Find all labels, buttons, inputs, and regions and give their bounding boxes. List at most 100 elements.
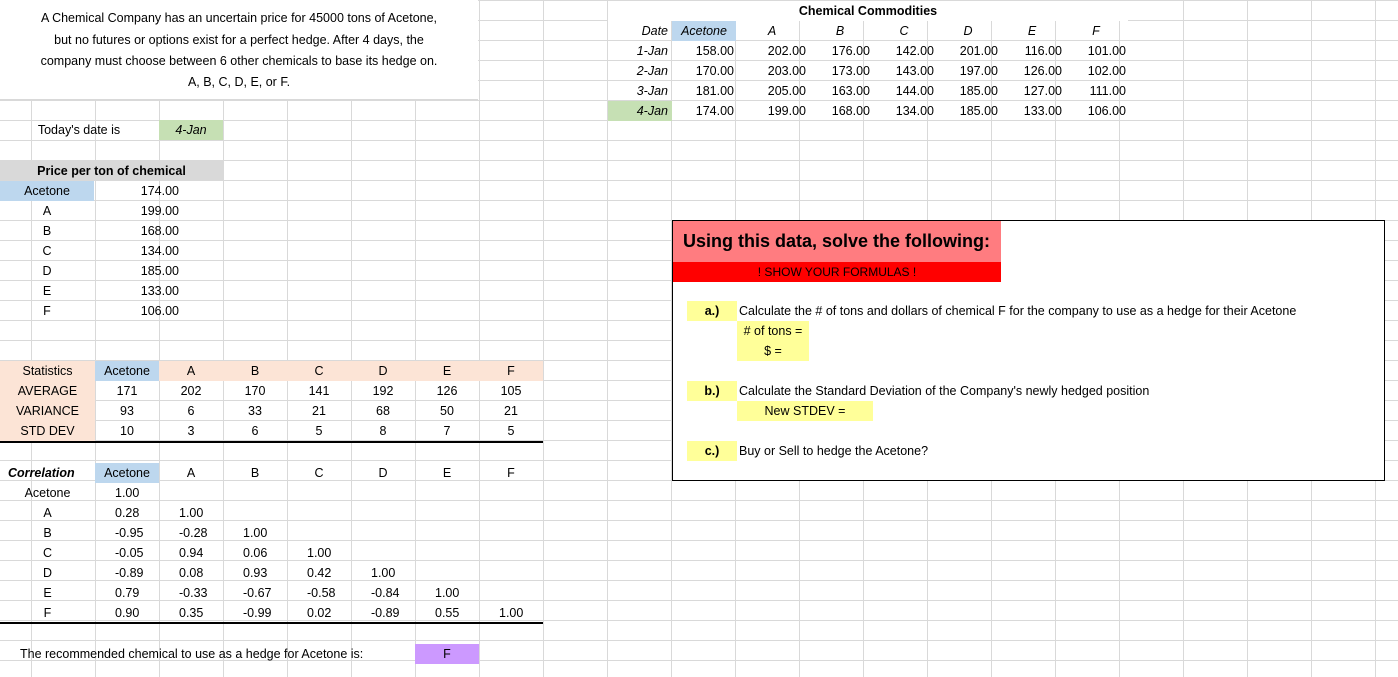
corr-cell[interactable]: -0.58 <box>307 583 351 603</box>
stats-cell[interactable]: 192 <box>351 381 415 401</box>
corr-cell[interactable]: 0.90 <box>115 603 159 623</box>
corr-cell[interactable]: 0.35 <box>179 603 223 623</box>
question-a-dollars[interactable]: $ = <box>737 341 809 361</box>
question-b-stdev[interactable]: New STDEV = <box>737 401 873 421</box>
stats-cell[interactable]: 141 <box>287 381 351 401</box>
today-value[interactable]: 4-Jan <box>159 120 223 140</box>
corr-cell[interactable]: -0.33 <box>179 583 223 603</box>
commodities-price-cell[interactable]: 199.00 <box>736 101 808 121</box>
stats-cell[interactable]: 171 <box>95 381 159 401</box>
intro-line-3: company must choose between 6 other chem… <box>40 54 438 68</box>
commodities-price-cell[interactable]: 142.00 <box>872 41 936 61</box>
question-a-tons[interactable]: # of tons = <box>737 321 809 341</box>
corr-cell[interactable]: -0.99 <box>243 603 287 623</box>
corr-cell[interactable]: 1.00 <box>115 483 159 503</box>
commodities-price-cell[interactable]: 170.00 <box>672 61 736 81</box>
commodities-price-cell[interactable]: 205.00 <box>736 81 808 101</box>
stats-cell[interactable]: 8 <box>351 421 415 441</box>
corr-cell[interactable]: -0.05 <box>115 543 159 563</box>
stats-cell[interactable]: 10 <box>95 421 159 441</box>
corr-cell[interactable]: 1.00 <box>179 503 223 523</box>
commodities-header-cell: C <box>899 24 909 38</box>
stats-header-cell: C <box>287 361 351 381</box>
corr-cell[interactable]: 0.94 <box>179 543 223 563</box>
price-row-value[interactable]: 168.00 <box>95 221 179 241</box>
corr-cell[interactable]: 0.28 <box>115 503 159 523</box>
commodities-price-cell[interactable]: 202.00 <box>736 41 808 61</box>
stats-cell[interactable]: 5 <box>479 421 543 441</box>
commodities-price-cell[interactable]: 133.00 <box>1000 101 1064 121</box>
commodities-header-cell: F <box>1092 24 1100 38</box>
commodities-price-cell[interactable]: 174.00 <box>672 101 736 121</box>
stats-cell[interactable]: 6 <box>223 421 287 441</box>
stats-cell[interactable]: 21 <box>479 401 543 421</box>
recommend-value[interactable]: F <box>415 644 479 664</box>
stats-bottom-border <box>0 441 543 443</box>
stats-row-label: STD DEV <box>0 421 95 441</box>
commodities-price-cell[interactable]: 173.00 <box>808 61 872 81</box>
commodities-price-cell[interactable]: 143.00 <box>872 61 936 81</box>
corr-cell[interactable]: -0.84 <box>371 583 415 603</box>
stats-cell[interactable]: 126 <box>415 381 479 401</box>
commodities-header-cell: E <box>1027 24 1037 38</box>
commodities-price-cell[interactable]: 176.00 <box>808 41 872 61</box>
corr-cell[interactable]: 0.79 <box>115 583 159 603</box>
stats-cell[interactable]: 21 <box>287 401 351 421</box>
commodities-price-cell[interactable]: 134.00 <box>872 101 936 121</box>
corr-cell[interactable]: -0.89 <box>371 603 415 623</box>
corr-cell[interactable]: 0.42 <box>307 563 351 583</box>
commodities-price-cell[interactable]: 168.00 <box>808 101 872 121</box>
corr-cell[interactable]: 0.93 <box>243 563 287 583</box>
commodities-price-cell[interactable]: 163.00 <box>808 81 872 101</box>
corr-cell[interactable]: -0.95 <box>115 523 159 543</box>
corr-cell[interactable]: 0.06 <box>243 543 287 563</box>
commodities-date-cell: 4-Jan <box>608 101 672 121</box>
commodities-price-cell[interactable]: 197.00 <box>936 61 1000 81</box>
stats-cell[interactable]: 202 <box>159 381 223 401</box>
corr-cell[interactable]: -0.28 <box>179 523 223 543</box>
commodities-price-cell[interactable]: 111.00 <box>1064 81 1128 101</box>
corr-cell[interactable]: 0.08 <box>179 563 223 583</box>
stats-row-label: VARIANCE <box>0 401 95 421</box>
price-row-value[interactable]: 185.00 <box>95 261 179 281</box>
stats-cell[interactable]: 7 <box>415 421 479 441</box>
stats-cell[interactable]: 68 <box>351 401 415 421</box>
corr-cell[interactable]: -0.67 <box>243 583 287 603</box>
commodities-price-cell[interactable]: 116.00 <box>1000 41 1064 61</box>
corr-cell[interactable]: 1.00 <box>243 523 287 543</box>
commodities-price-cell[interactable]: 106.00 <box>1064 101 1128 121</box>
commodities-price-cell[interactable]: 185.00 <box>936 101 1000 121</box>
commodities-price-cell[interactable]: 127.00 <box>1000 81 1064 101</box>
stats-cell[interactable]: 50 <box>415 401 479 421</box>
stats-cell[interactable]: 33 <box>223 401 287 421</box>
commodities-price-cell[interactable]: 126.00 <box>1000 61 1064 81</box>
corr-cell[interactable]: 0.02 <box>307 603 351 623</box>
commodities-price-cell[interactable]: 144.00 <box>872 81 936 101</box>
stats-cell[interactable]: 5 <box>287 421 351 441</box>
commodities-price-cell[interactable]: 203.00 <box>736 61 808 81</box>
corr-cell[interactable]: -0.89 <box>115 563 159 583</box>
price-row-value[interactable]: 134.00 <box>95 241 179 261</box>
corr-header-cell: A <box>186 466 196 480</box>
stats-cell[interactable]: 170 <box>223 381 287 401</box>
commodities-price-cell[interactable]: 181.00 <box>672 81 736 101</box>
corr-cell[interactable]: 1.00 <box>307 543 351 563</box>
corr-header-cell: E <box>442 466 452 480</box>
commodities-price-cell[interactable]: 101.00 <box>1064 41 1128 61</box>
commodities-price-cell[interactable]: 102.00 <box>1064 61 1128 81</box>
corr-cell[interactable]: 1.00 <box>371 563 415 583</box>
commodities-price-cell[interactable]: 185.00 <box>936 81 1000 101</box>
stats-cell[interactable]: 93 <box>95 401 159 421</box>
price-row-value[interactable]: 106.00 <box>95 301 179 321</box>
stats-cell[interactable]: 6 <box>159 401 223 421</box>
commodities-price-cell[interactable]: 201.00 <box>936 41 1000 61</box>
corr-cell[interactable]: 1.00 <box>435 583 479 603</box>
stats-cell[interactable]: 3 <box>159 421 223 441</box>
commodities-price-cell[interactable]: 158.00 <box>672 41 736 61</box>
corr-cell[interactable]: 0.55 <box>435 603 479 623</box>
stats-cell[interactable]: 105 <box>479 381 543 401</box>
corr-cell[interactable]: 1.00 <box>499 603 543 623</box>
price-row-value[interactable]: 199.00 <box>95 201 179 221</box>
price-row-value[interactable]: 133.00 <box>95 281 179 301</box>
price-row-value[interactable]: 174.00 <box>95 181 179 201</box>
